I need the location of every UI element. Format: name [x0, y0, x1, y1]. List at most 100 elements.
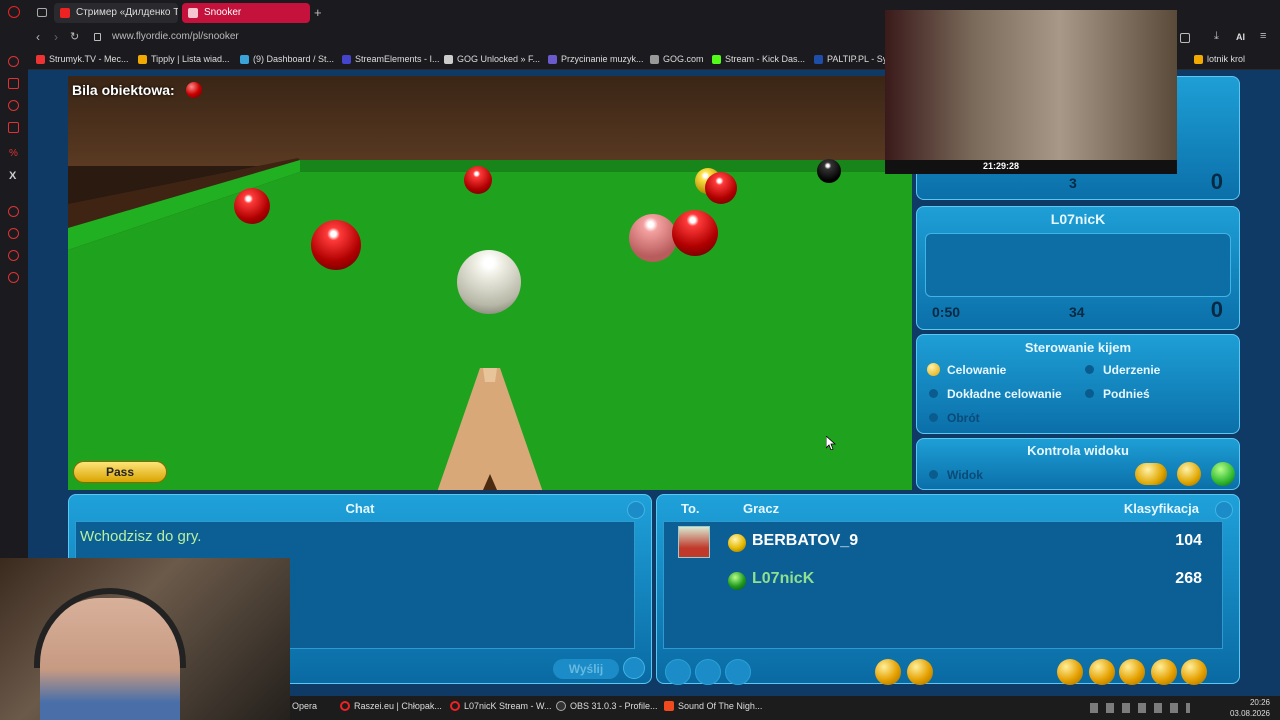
option-strike[interactable]: Uderzenie [1085, 363, 1160, 377]
bookmark-item[interactable]: Strumyk.TV - Mec... [36, 54, 129, 64]
view-control-panel: Kontrola widoku Widok [916, 438, 1240, 490]
lock-icon [94, 33, 101, 41]
help-icon[interactable] [1151, 659, 1177, 685]
sidebar-percent-icon[interactable]: % [9, 148, 18, 159]
bookmark-item[interactable]: Stream - Kick Das... [712, 54, 805, 64]
player-name: BERBATOV_9 [752, 532, 859, 549]
sound-icon[interactable] [907, 659, 933, 685]
trophy-icon[interactable] [1089, 659, 1115, 685]
red-ball [705, 172, 737, 204]
collapse-chat-icon[interactable] [627, 501, 645, 519]
add-player-icon[interactable] [1057, 659, 1083, 685]
cue-ball [457, 250, 521, 314]
bookmark-item[interactable]: Tipply | Lista wiad... [138, 54, 230, 64]
radio-selected-icon [927, 363, 940, 376]
opera-icon [340, 701, 350, 711]
stream-video-overlay: 21:29:28 [885, 10, 1177, 174]
chat-expand-icon[interactable] [623, 657, 645, 679]
taskbar-clock[interactable]: 20:26 03.08.2026 [1230, 697, 1270, 719]
option-view[interactable]: Widok [929, 468, 983, 482]
download-icon[interactable]: ⤓ [1214, 30, 1219, 43]
bookmark-item[interactable]: GOG Unlocked » F... [444, 54, 540, 64]
bookmark-icon [814, 55, 823, 64]
url-field[interactable]: www.flyordie.com/pl/snooker [112, 31, 239, 42]
chat-bubble-icon[interactable] [1119, 659, 1145, 685]
brave-icon [664, 701, 674, 711]
sidebar-messenger-icon[interactable] [8, 100, 19, 111]
yellow-ball-icon [728, 534, 746, 552]
sidebar-history-icon[interactable] [8, 228, 19, 239]
cue-control-title: Sterowanie kijem [1024, 340, 1132, 355]
bookmark-item[interactable]: lotnik krol [1194, 54, 1245, 64]
settings-icon[interactable] [875, 659, 901, 685]
sidebar-app-icon[interactable] [8, 78, 19, 89]
bookmark-item[interactable]: Przycinanie muzyk... [548, 54, 644, 64]
bookmark-item[interactable]: GOG.com [650, 54, 704, 64]
sidebar-app-icon[interactable] [8, 122, 19, 133]
video-info-strip: 21:29:28 [885, 160, 1177, 174]
option-aiming[interactable]: Celowanie [927, 363, 1006, 377]
back-icon[interactable]: ‹ [36, 30, 40, 44]
bookmark-item[interactable]: PALTIP.PL - Sy... [814, 54, 894, 64]
workspaces-icon[interactable] [37, 8, 47, 17]
extensions-icon[interactable] [1180, 33, 1190, 43]
taskbar-item[interactable]: L07nicK Stream - W... [450, 701, 552, 711]
cue-stick[interactable] [435, 368, 545, 490]
youtube-icon [60, 8, 70, 18]
screen: Стример «Дилденко TV» | Snooker + ‹ › ↻ … [0, 0, 1280, 720]
chat-message: Wchodzisz do gry. [80, 528, 202, 545]
zoom-in-icon[interactable] [1135, 463, 1167, 485]
settings-dim-icon[interactable] [665, 659, 691, 685]
ai-button[interactable]: AI [1236, 32, 1245, 42]
forward-icon[interactable]: › [54, 30, 58, 44]
sidebar-app-icon[interactable] [8, 250, 19, 261]
tab-dildenko[interactable]: Стример «Дилденко TV» | [54, 3, 178, 23]
sidebar-settings-icon[interactable] [8, 272, 19, 283]
player-rank: 268 [1175, 570, 1202, 587]
sidebar-player-icon[interactable] [8, 206, 19, 217]
profile-dim-icon[interactable] [695, 659, 721, 685]
send-button[interactable]: Wyślij [553, 659, 619, 679]
sidebar-x-icon[interactable]: X [9, 170, 16, 182]
bookmark-item[interactable]: (9) Dashboard / St... [240, 54, 334, 64]
player-row[interactable]: BERBATOV_9 104 [664, 524, 1224, 560]
pass-button[interactable]: Pass [73, 461, 167, 483]
option-precise-aiming[interactable]: Dokładne celowanie [929, 387, 1062, 401]
opera-logo-icon[interactable] [8, 6, 20, 18]
clock-time: 20:26 [1249, 698, 1270, 707]
reload-icon[interactable]: ↻ [70, 30, 79, 43]
exit-icon[interactable] [1181, 659, 1207, 685]
cue-control-panel: Sterowanie kijem Celowanie Uderzenie Dok… [916, 334, 1240, 434]
menu-icon[interactable]: ≡ [1260, 30, 1266, 42]
bookmark-item[interactable]: StreamElements - I... [342, 54, 440, 64]
green-ball-icon [728, 572, 746, 590]
collapse-players-icon[interactable] [1215, 501, 1233, 519]
bookmark-icon [712, 55, 721, 64]
player-row[interactable]: L07nicK 268 [664, 562, 1224, 598]
sidebar-app-icon[interactable] [8, 56, 19, 67]
info-dim-icon[interactable] [725, 659, 751, 685]
option-rotate[interactable]: Obrót [929, 411, 980, 425]
new-tab-button[interactable]: + [314, 5, 322, 20]
rotate-view-icon[interactable] [1177, 462, 1201, 486]
radio-icon [1085, 389, 1094, 398]
pink-ball [629, 214, 677, 262]
player-list: BERBATOV_9 104 L07nicK 268 [663, 521, 1223, 649]
video-clock: 21:29:28 [983, 161, 1020, 171]
tab-snooker[interactable]: Snooker [182, 3, 310, 23]
player1-score: 0 [1210, 169, 1223, 194]
player2-timer: 0:50 [932, 304, 961, 320]
taskbar-item[interactable]: Opera [278, 701, 317, 711]
bookmark-icon [240, 55, 249, 64]
reset-view-icon[interactable] [1211, 462, 1235, 486]
col-header-player: Gracz [743, 501, 780, 516]
bookmark-icon [548, 55, 557, 64]
option-raise[interactable]: Podnieś [1085, 387, 1150, 401]
snooker-table-view[interactable]: Bila obiektowa: Pass [68, 76, 912, 490]
taskbar-item[interactable]: Sound Of The Nigh... [664, 701, 762, 711]
taskbar-item[interactable]: Raszei.eu | Chłopak... [340, 701, 442, 711]
snooker-tab-icon [188, 8, 198, 18]
col-header-table: To. [681, 501, 700, 516]
bookmark-icon [138, 55, 147, 64]
taskbar-item[interactable]: OBS 31.0.3 - Profile... [556, 701, 658, 711]
